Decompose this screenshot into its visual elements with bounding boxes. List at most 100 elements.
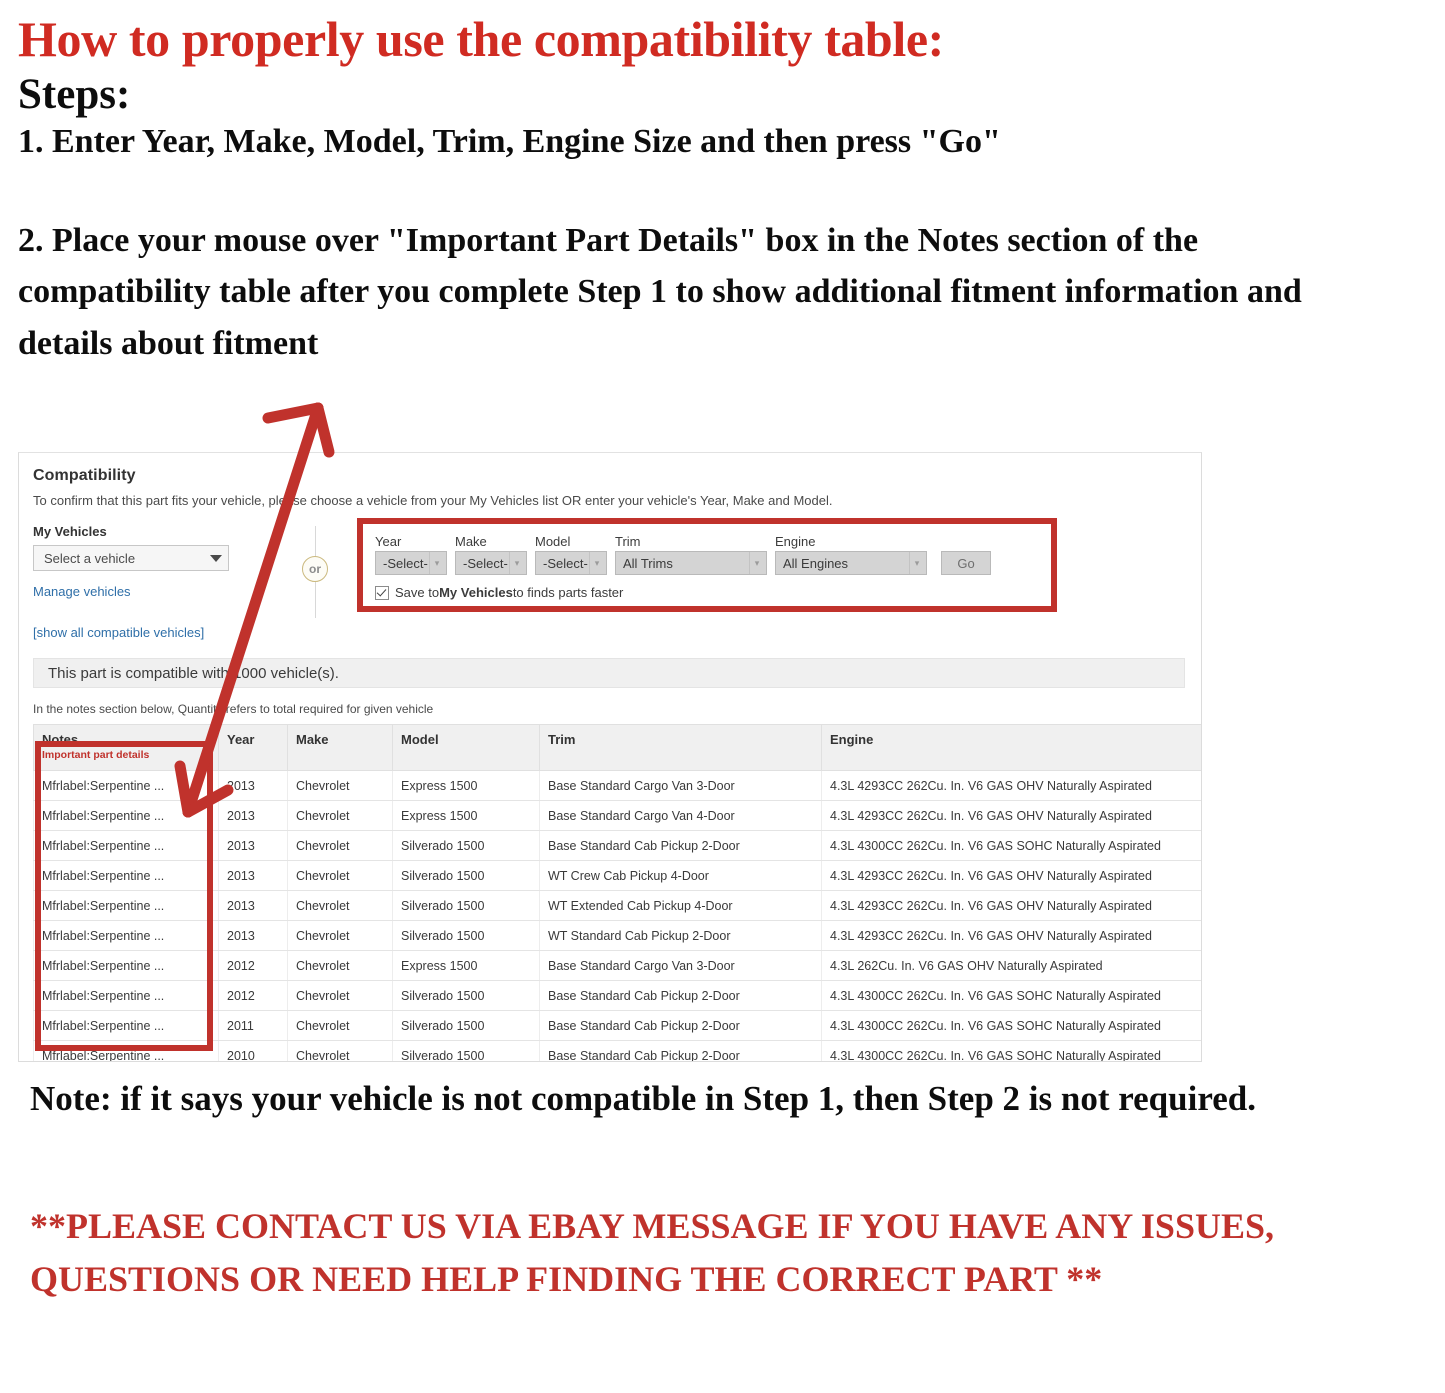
- cell-engine: 4.3L 4293CC 262Cu. In. V6 GAS OHV Natura…: [821, 860, 1201, 891]
- cell-make: Chevrolet: [287, 950, 393, 981]
- save-bold-text: My Vehicles: [439, 585, 513, 600]
- make-label: Make: [455, 534, 487, 549]
- cell-make: Chevrolet: [287, 890, 393, 921]
- table-header-row: Notes Important part details Year Make M…: [33, 724, 1201, 771]
- table-row: Mfrlabel:Serpentine ... 2010 Chevrolet Silv…: [33, 1040, 1201, 1061]
- my-vehicles-column: My Vehicles Select a vehicle Manage vehi…: [33, 522, 283, 640]
- column-header-make: Make: [287, 724, 393, 771]
- cell-engine: 4.3L 4300CC 262Cu. In. V6 GAS SOHC Natur…: [821, 1010, 1201, 1041]
- trim-select[interactable]: All Trims ▾: [615, 551, 767, 575]
- engine-label: Engine: [775, 534, 816, 549]
- save-to-my-vehicles-checkbox[interactable]: [375, 585, 389, 600]
- model-select-value: -Select-: [543, 555, 588, 571]
- cell-trim: Base Standard Cargo Van 3-Door: [539, 950, 822, 981]
- year-select[interactable]: -Select- ▾: [375, 551, 447, 575]
- model-selector-group: Model -Select- ▾: [535, 534, 607, 575]
- cell-model: Express 1500: [392, 950, 540, 981]
- my-vehicles-select-value: Select a vehicle: [44, 550, 136, 566]
- cell-year: 2012: [218, 980, 288, 1011]
- cell-year: 2013: [218, 860, 288, 891]
- cell-engine: 4.3L 4293CC 262Cu. In. V6 GAS OHV Natura…: [821, 800, 1201, 831]
- cell-trim: WT Standard Cab Pickup 2-Door: [539, 920, 822, 951]
- model-label: Model: [535, 534, 571, 549]
- save-suffix-text: to finds parts faster: [512, 585, 624, 600]
- go-button[interactable]: Go: [941, 551, 991, 575]
- cell-year: 2011: [218, 1010, 288, 1041]
- cell-notes[interactable]: Mfrlabel:Serpentine ...: [33, 890, 219, 921]
- cell-engine: 4.3L 4293CC 262Cu. In. V6 GAS OHV Natura…: [821, 920, 1201, 951]
- cell-make: Chevrolet: [287, 860, 393, 891]
- compatibility-panel: Compatibility To confirm that this part …: [18, 452, 1202, 1062]
- column-header-model: Model: [392, 724, 540, 771]
- cell-notes[interactable]: Mfrlabel:Serpentine ...: [33, 950, 219, 981]
- cell-make: Chevrolet: [287, 770, 393, 801]
- my-vehicles-select[interactable]: Select a vehicle: [33, 545, 229, 571]
- trim-select-value: All Trims: [623, 555, 673, 571]
- compatible-count-banner: This part is compatible with 1000 vehicl…: [33, 658, 1185, 688]
- chevron-down-icon: ▾: [509, 552, 524, 574]
- column-header-year: Year: [218, 724, 288, 771]
- cell-trim: Base Standard Cab Pickup 2-Door: [539, 1040, 822, 1061]
- cell-trim: Base Standard Cargo Van 4-Door: [539, 800, 822, 831]
- manage-vehicles-link[interactable]: Manage vehicles: [33, 584, 283, 599]
- cell-engine: 4.3L 4293CC 262Cu. In. V6 GAS OHV Natura…: [821, 770, 1201, 801]
- cell-year: 2013: [218, 830, 288, 861]
- cell-notes[interactable]: Mfrlabel:Serpentine ...: [33, 800, 219, 831]
- save-to-my-vehicles-row: Save to My Vehicles to finds parts faste…: [375, 585, 1039, 600]
- table-row: Mfrlabel:Serpentine ... 2013 Chevrolet Silv…: [33, 920, 1201, 951]
- chevron-down-icon: ▾: [909, 552, 924, 574]
- arrow-head-top-left-barb: [262, 402, 324, 424]
- engine-select-value: All Engines: [783, 555, 849, 571]
- make-select[interactable]: -Select- ▾: [455, 551, 527, 575]
- cell-notes[interactable]: Mfrlabel:Serpentine ...: [33, 1040, 219, 1061]
- engine-select[interactable]: All Engines ▾: [775, 551, 927, 575]
- cell-notes[interactable]: Mfrlabel:Serpentine ...: [33, 1010, 219, 1041]
- model-select[interactable]: -Select- ▾: [535, 551, 607, 575]
- chevron-down-icon: ▾: [589, 552, 604, 574]
- cell-year: 2010: [218, 1040, 288, 1061]
- cell-engine: 4.3L 262Cu. In. V6 GAS OHV Naturally Asp…: [821, 950, 1201, 981]
- compatibility-heading: Compatibility: [33, 467, 136, 484]
- table-row: Mfrlabel:Serpentine ... 2013 Chevrolet Expr…: [33, 770, 1201, 801]
- table-row: Mfrlabel:Serpentine ... 2011 Chevrolet Silv…: [33, 1010, 1201, 1041]
- page-title: How to properly use the compatibility ta…: [18, 11, 944, 67]
- cell-model: Express 1500: [392, 770, 540, 801]
- cell-notes[interactable]: Mfrlabel:Serpentine ...: [33, 770, 219, 801]
- step-1-text: 1. Enter Year, Make, Model, Trim, Engine…: [18, 123, 1001, 161]
- cell-trim: Base Standard Cab Pickup 2-Door: [539, 1010, 822, 1041]
- cell-make: Chevrolet: [287, 800, 393, 831]
- cell-make: Chevrolet: [287, 980, 393, 1011]
- save-prefix-text: Save to: [395, 585, 440, 600]
- cell-notes[interactable]: Mfrlabel:Serpentine ...: [33, 980, 219, 1011]
- cell-model: Silverado 1500: [392, 920, 540, 951]
- cell-model: Silverado 1500: [392, 830, 540, 861]
- cell-engine: 4.3L 4300CC 262Cu. In. V6 GAS SOHC Natur…: [821, 830, 1201, 861]
- cell-notes[interactable]: Mfrlabel:Serpentine ...: [33, 830, 219, 861]
- or-label: or: [302, 556, 328, 582]
- year-select-value: -Select-: [383, 555, 428, 571]
- cell-make: Chevrolet: [287, 1010, 393, 1041]
- table-row: Mfrlabel:Serpentine ... 2013 Chevrolet Silv…: [33, 890, 1201, 921]
- cell-trim: Base Standard Cargo Van 3-Door: [539, 770, 822, 801]
- engine-selector-group: Engine All Engines ▾: [775, 534, 927, 575]
- my-vehicles-label: My Vehicles: [33, 524, 107, 539]
- year-label: Year: [375, 534, 402, 549]
- fitment-table: Notes Important part details Year Make M…: [33, 724, 1201, 1061]
- cell-model: Silverado 1500: [392, 980, 540, 1011]
- cell-model: Silverado 1500: [392, 890, 540, 921]
- show-all-compatible-vehicles-link[interactable]: [show all compatible vehicles]: [33, 625, 283, 640]
- vehicle-selector-highlight-box: Year -Select- ▾ Make -Select- ▾ Model -S…: [357, 518, 1057, 612]
- cell-trim: WT Extended Cab Pickup 4-Door: [539, 890, 822, 921]
- cell-make: Chevrolet: [287, 830, 393, 861]
- trim-label: Trim: [615, 534, 641, 549]
- or-divider: or: [283, 526, 349, 618]
- cell-year: 2013: [218, 770, 288, 801]
- cell-notes[interactable]: Mfrlabel:Serpentine ...: [33, 860, 219, 891]
- arrow-head-top-right-barb: [312, 402, 335, 458]
- notes-quantity-hint: In the notes section below, Quantity ref…: [33, 702, 434, 716]
- table-row: Mfrlabel:Serpentine ... 2013 Chevrolet Silv…: [33, 830, 1201, 861]
- cell-trim: Base Standard Cab Pickup 2-Door: [539, 980, 822, 1011]
- selector-line: Year -Select- ▾ Make -Select- ▾ Model -S…: [375, 534, 1039, 575]
- chevron-down-icon: ▾: [429, 552, 444, 574]
- cell-notes[interactable]: Mfrlabel:Serpentine ...: [33, 920, 219, 951]
